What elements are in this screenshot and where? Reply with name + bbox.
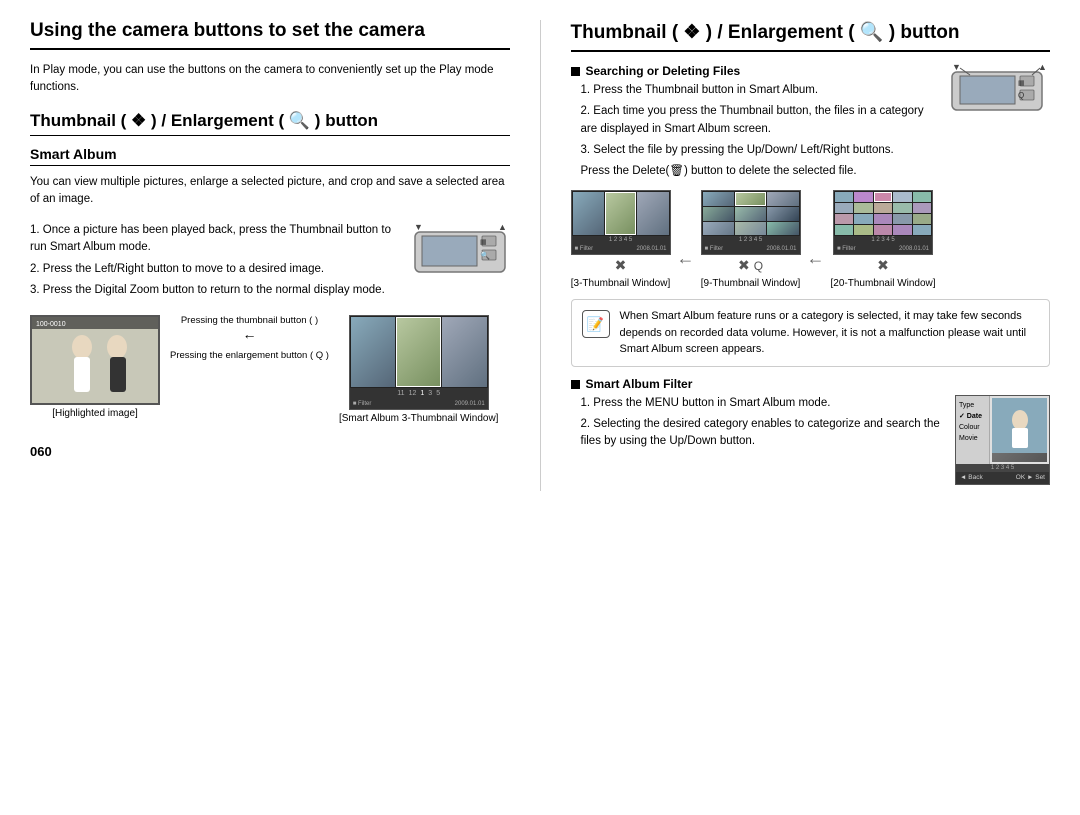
svg-text:▦: ▦ xyxy=(480,239,487,246)
filter-heading: Smart Album Filter xyxy=(571,377,1051,391)
step-3: 3. Press the Digital Zoom button to retu… xyxy=(30,282,510,299)
pressing-enlargement-label: Pressing the enlargement button ( Q ) xyxy=(170,350,329,361)
svg-text:▲: ▲ xyxy=(498,222,507,232)
section-title-left: Thumbnail ( ❖ ) / Enlargement ( 🔍 ) butt… xyxy=(30,111,510,136)
smart-album-filter-section: Smart Album Filter Type ✓ Date Colour Mo… xyxy=(571,377,1051,451)
3-thumb-label: [3-Thumbnail Window] xyxy=(571,278,670,289)
filter-type: Type xyxy=(959,400,986,411)
svg-text:▼: ▼ xyxy=(952,64,961,72)
svg-text:Q: Q xyxy=(1018,91,1024,100)
left-column: Using the camera buttons to set the came… xyxy=(30,20,510,491)
search-step-3: 3. Select the file by pressing the Up/Do… xyxy=(581,142,1051,159)
svg-text:🔍: 🔍 xyxy=(480,250,490,260)
filter-movie: Movie xyxy=(959,433,986,444)
3-thumb-wrapper: 1 2 3 4 5 ■ Filter2008.01.01 ✖ [3-Thumbn… xyxy=(571,190,671,289)
right-main-title: Thumbnail ( ❖ ) / Enlargement ( 🔍 ) butt… xyxy=(571,20,1051,52)
filter-bar: ◄ Back OK ► Set xyxy=(956,472,1049,484)
note-icon: 📝 xyxy=(582,310,610,338)
20-thumb-label: [20-Thumbnail Window] xyxy=(831,278,936,289)
filter-colour: Colour xyxy=(959,422,986,433)
9-thumb-wrapper: 1 2 3 4 5 ■ Filter2008.01.01 ✖ Q [9-Thum… xyxy=(701,190,801,289)
thumb-windows-row: 1 2 3 4 5 ■ Filter2008.01.01 ✖ [3-Thumbn… xyxy=(571,190,1051,289)
highlighted-image-wrapper: 100-0010 [Highlighted image] xyxy=(30,315,160,419)
main-title: Using the camera buttons to set the came… xyxy=(30,20,510,50)
page-number: 060 xyxy=(30,444,510,459)
right-camera-diagram: ▼ ▲ ▦ Q xyxy=(950,64,1050,122)
3-thumb-window: 1 2 3 4 5 ■ Filter2008.01.01 xyxy=(571,190,671,255)
smart-album-label: [Smart Album 3-Thumbnail Window] xyxy=(339,413,499,424)
right-column: Thumbnail ( ❖ ) / Enlargement ( 🔍 ) butt… xyxy=(540,20,1051,491)
intro-text: In Play mode, you can use the buttons on… xyxy=(30,62,510,97)
smart-album-subtitle: Smart Album xyxy=(30,146,510,166)
smart-album-body: You can view multiple pictures, enlarge … xyxy=(30,174,510,209)
9-thumb-window: 1 2 3 4 5 ■ Filter2008.01.01 xyxy=(701,190,801,255)
9-thumb-label: [9-Thumbnail Window] xyxy=(701,278,800,289)
note-box: 📝 When Smart Album feature runs or a cat… xyxy=(571,299,1051,367)
20-thumb-wrapper: 1 2 3 4 5 ■ Filter2008.01.01 ✖ [20-Thumb… xyxy=(831,190,936,289)
smart-album-window-wrapper: 11 12 1 3 5 ■ Filter 2009.01.01 [Smart A… xyxy=(339,315,499,424)
search-step-4: Press the Delete(🗑) button to delete the… xyxy=(581,163,1051,180)
filter-preview xyxy=(992,398,1047,462)
filter-menu: Type ✓ Date Colour Movie xyxy=(956,396,990,464)
svg-text:▼: ▼ xyxy=(414,222,423,232)
highlighted-image-label: [Highlighted image] xyxy=(52,408,138,419)
filter-box: Type ✓ Date Colour Movie 1 2 3 4 xyxy=(955,395,1050,485)
pressing-thumbnail-label: Pressing the thumbnail button ( ) ← xyxy=(170,315,329,342)
button-labels: Pressing the thumbnail button ( ) ← Pres… xyxy=(170,315,329,361)
note-text: When Smart Album feature runs or a categ… xyxy=(620,308,1040,358)
smart-album-window: 11 12 1 3 5 ■ Filter 2009.01.01 xyxy=(349,315,489,410)
filter-box-content: Type ✓ Date Colour Movie xyxy=(956,396,1049,464)
20-thumb-window: 1 2 3 4 5 ■ Filter2008.01.01 xyxy=(833,190,933,255)
camera-top-diagram: ▼ ▲ ▦ 🔍 xyxy=(410,222,510,283)
svg-text:100-0010: 100-0010 xyxy=(36,321,66,328)
smart-album-bar: ■ Filter 2009.01.01 xyxy=(350,399,488,409)
svg-text:▦: ▦ xyxy=(1018,80,1025,87)
bullet-square xyxy=(571,67,580,76)
highlighted-image: 100-0010 xyxy=(30,315,160,405)
searching-heading: Searching or Deleting Files xyxy=(571,64,941,78)
filter-bullet xyxy=(571,380,580,389)
filter-date: ✓ Date xyxy=(959,411,986,422)
diagram-area: 100-0010 [Highlighted image] Pressing th… xyxy=(30,315,510,424)
